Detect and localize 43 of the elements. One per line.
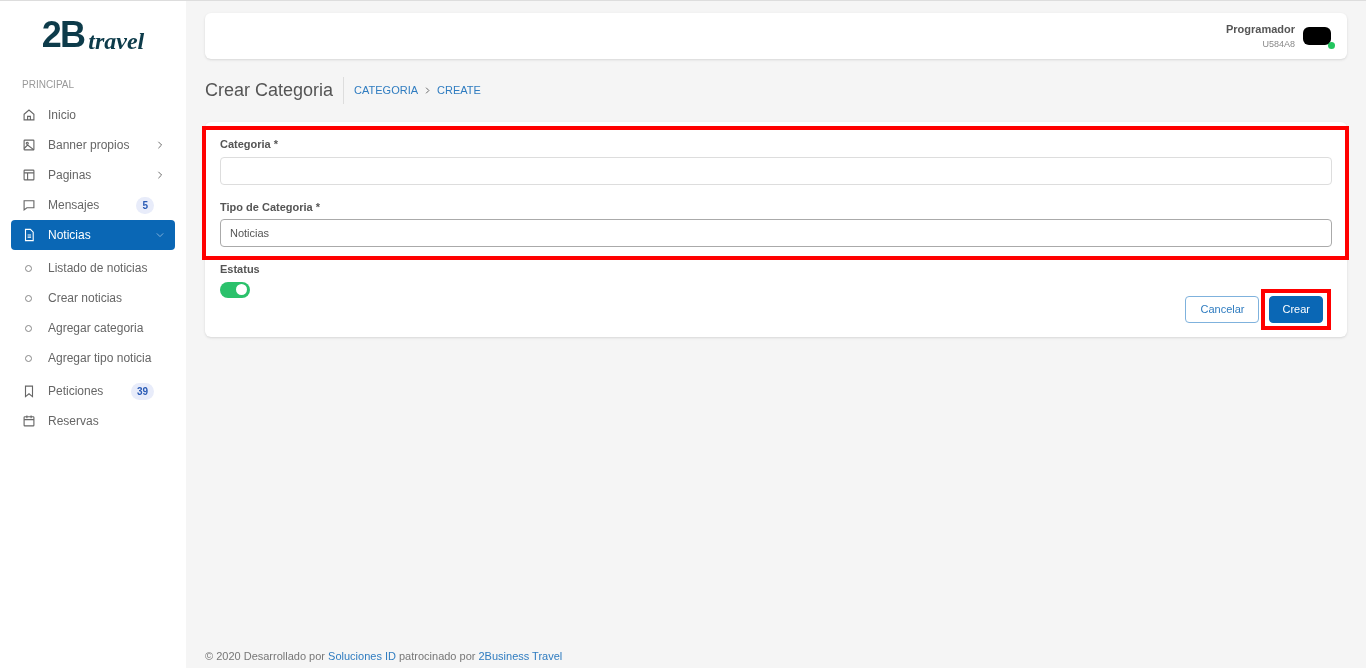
sidebar-item[interactable]: Paginas <box>11 160 175 190</box>
highlight-frame <box>1261 288 1331 330</box>
count-badge: 5 <box>136 196 154 214</box>
toggle-switch[interactable] <box>220 281 250 298</box>
text-field[interactable] <box>220 156 1332 185</box>
count-badge: 39 <box>130 382 154 400</box>
sidebar-item[interactable]: Inicio <box>11 100 175 130</box>
sidebar-item[interactable]: Peticiones 39 <box>11 376 175 406</box>
field-label: Tipo de Categoria * <box>220 199 322 215</box>
page-title: Crear Categoria <box>205 77 345 104</box>
sidebar-item[interactable]: Noticias <box>11 220 175 250</box>
submenu-item[interactable]: Agregar tipo noticia <box>11 343 175 373</box>
home-icon <box>22 108 36 122</box>
section-heading: PRINCIPAL <box>21 78 76 92</box>
footer-link[interactable]: Soluciones ID <box>328 649 396 662</box>
document-icon <box>22 228 36 242</box>
create-button[interactable]: Crear <box>1269 295 1323 323</box>
footer-text: © 2020 Desarrollado por <box>205 649 326 662</box>
field-label: Estatus <box>220 262 261 277</box>
cancel-button[interactable]: Cancelar <box>1185 295 1260 323</box>
image-icon <box>22 138 36 152</box>
submenu-item[interactable]: Crear noticias <box>11 283 175 313</box>
breadcrumb-link[interactable]: CREATE <box>437 82 481 99</box>
select-field[interactable]: Noticias <box>220 219 1332 247</box>
sidebar-item[interactable]: Reservas <box>11 406 175 436</box>
field-label: Categoria * <box>220 137 280 152</box>
submenu-item[interactable]: Listado de noticias <box>11 253 175 283</box>
chevron-right-icon <box>424 87 432 94</box>
avatar[interactable] <box>1303 27 1331 45</box>
footer-link[interactable]: 2Business Travel <box>478 649 563 662</box>
sidebar-item[interactable]: Mensajes 5 <box>11 190 175 220</box>
breadcrumb-link[interactable]: CATEGORIA <box>354 82 419 99</box>
sidebar-item[interactable]: Banner propios <box>11 130 175 160</box>
submenu-item[interactable]: Agregar categoria <box>11 313 175 343</box>
footer-text: patrocinado por <box>398 649 477 662</box>
chat-bubble-icon <box>22 198 36 212</box>
user-name: Programador <box>1225 22 1295 37</box>
user-code: U584A8 <box>1262 37 1295 51</box>
logo-mark: 2B <box>41 17 85 53</box>
logo-word: travel <box>88 29 145 53</box>
bookmark-icon <box>22 384 36 398</box>
calendar-icon <box>22 414 36 428</box>
layout-icon <box>22 168 36 182</box>
